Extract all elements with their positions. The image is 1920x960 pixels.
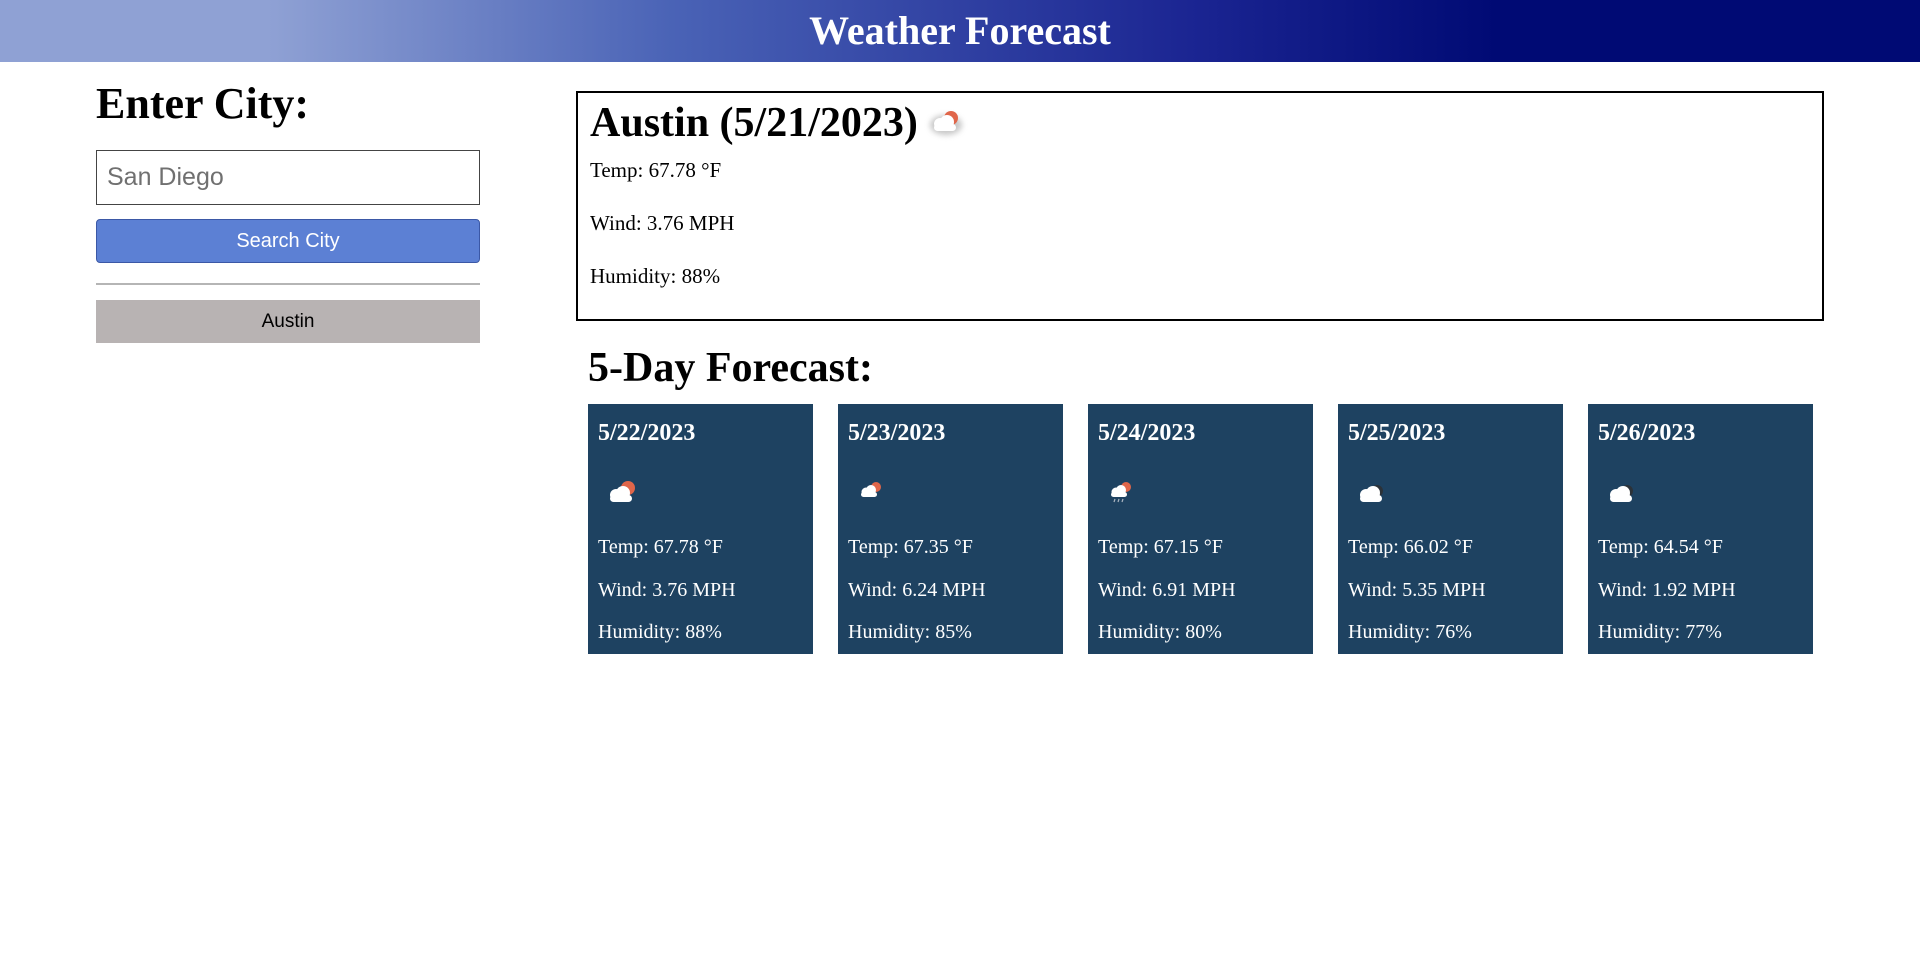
forecast-humidity: Humidity: 85%: [848, 621, 972, 643]
forecast-wind: Wind: 6.91 MPH: [1098, 579, 1236, 601]
forecast-card: 5/26/2023 Temp: 64.54 °F Wind: 1.92 MPH …: [1588, 404, 1813, 654]
forecast-temp: Temp: 67.35 °F: [848, 536, 973, 558]
forecast-wind: Wind: 1.92 MPH: [1598, 579, 1736, 601]
forecast-wind: Wind: 6.24 MPH: [848, 579, 986, 601]
forecast-card: 5/22/2023 Temp: 67.78 °F Wind: 3.76 MPH …: [588, 404, 813, 654]
history-item-austin[interactable]: Austin: [96, 300, 480, 343]
current-temp: Temp: 67.78 °F: [590, 158, 722, 182]
forecast-date: 5/23/2023: [848, 420, 946, 446]
current-humidity: Humidity: 88%: [590, 264, 721, 288]
partly-cloudy-day-icon: [610, 481, 635, 502]
partly-cloudy-day-icon: [929, 111, 962, 135]
search-heading: Enter City:: [96, 79, 310, 128]
forecast-card: 5/23/2023 Temp: 67.35 °F Wind: 6.24 MPH …: [838, 404, 1063, 654]
current-wind: Wind: 3.76 MPH: [590, 211, 735, 235]
forecast-card: 5/24/2023 Temp: 67.15 °F Wind: 6.91 MPH …: [1088, 404, 1313, 654]
city-search-input[interactable]: [96, 150, 480, 205]
forecast-temp: Temp: 64.54 °F: [1598, 536, 1723, 558]
forecast-date: 5/22/2023: [598, 420, 696, 446]
search-panel: Enter City: Search City Austin: [96, 78, 480, 343]
forecast-temp: Temp: 67.15 °F: [1098, 536, 1223, 558]
forecast-heading: 5-Day Forecast:: [588, 345, 873, 391]
divider: [96, 283, 480, 285]
page-title: Weather Forecast: [809, 8, 1111, 53]
cloud-night-icon: [1360, 485, 1383, 502]
forecast-wind: Wind: 5.35 MPH: [1348, 579, 1486, 601]
forecast-date: 5/25/2023: [1348, 420, 1446, 446]
cloud-night-icon: [1610, 485, 1633, 502]
forecast-list: 5/22/2023 Temp: 67.78 °F Wind: 3.76 MPH …: [588, 404, 1813, 654]
current-weather-title-row: Austin (5/21/2023): [590, 97, 1810, 149]
current-weather-card: Austin (5/21/2023) Temp: 67.78 °F Wind: …: [576, 91, 1824, 321]
forecast-temp: Temp: 67.78 °F: [598, 536, 723, 558]
page-header: Weather Forecast: [0, 0, 1920, 62]
current-weather-title: Austin (5/21/2023): [590, 100, 918, 146]
partly-cloudy-day-icon: [861, 482, 881, 497]
rain-cloud-sun-icon: [1111, 482, 1131, 503]
forecast-date: 5/24/2023: [1098, 420, 1196, 446]
forecast-temp: Temp: 66.02 °F: [1348, 536, 1473, 558]
forecast-wind: Wind: 3.76 MPH: [598, 579, 736, 601]
search-city-button[interactable]: Search City: [96, 219, 480, 263]
forecast-humidity: Humidity: 76%: [1348, 621, 1472, 643]
forecast-date: 5/26/2023: [1598, 420, 1696, 446]
forecast-humidity: Humidity: 88%: [598, 621, 722, 643]
forecast-humidity: Humidity: 77%: [1598, 621, 1722, 643]
forecast-humidity: Humidity: 80%: [1098, 621, 1222, 643]
forecast-card: 5/25/2023 Temp: 66.02 °F Wind: 5.35 MPH …: [1338, 404, 1563, 654]
